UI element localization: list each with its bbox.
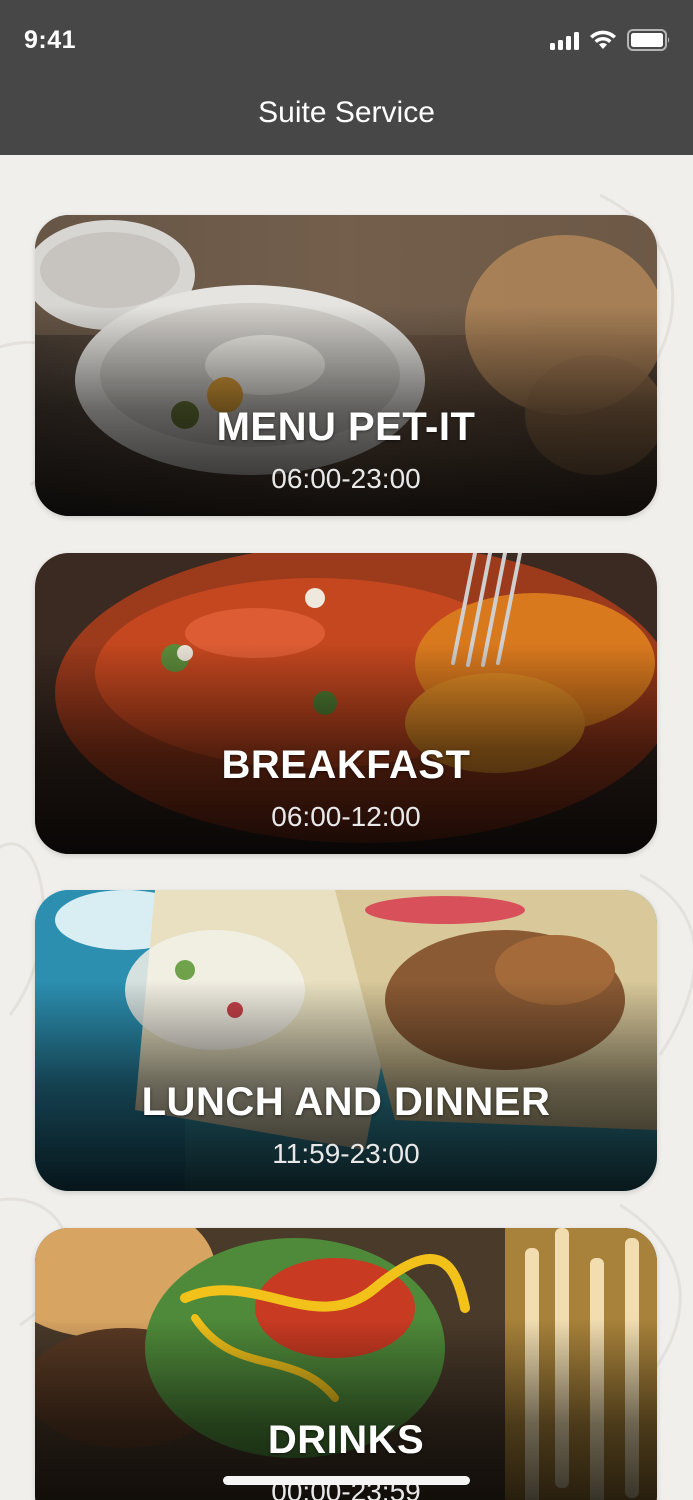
cellular-signal-icon (550, 30, 579, 50)
card-title: BREAKFAST (221, 743, 471, 787)
card-title: DRINKS (267, 1418, 425, 1462)
card-hours: 11:59-23:00 (272, 1138, 420, 1169)
card-title: LUNCH AND DINNER (141, 1080, 551, 1124)
status-time: 9:41 (24, 26, 77, 54)
navigation-header: 9:41 Suite Service (0, 0, 693, 155)
menu-card-drinks[interactable]: DRINKS 00:00-23:59 (35, 1228, 657, 1500)
home-indicator[interactable] (223, 1476, 470, 1485)
card-hours: 06:00-12:00 (271, 801, 421, 832)
menu-card-breakfast[interactable]: BREAKFAST 06:00-12:00 (35, 553, 657, 854)
battery-icon (627, 29, 671, 51)
card-title: MENU PET-IT (216, 405, 476, 449)
menu-card-lunch-dinner[interactable]: LUNCH AND DINNER 11:59-23:00 (35, 890, 657, 1191)
page-title: Suite Service (258, 96, 435, 129)
wifi-icon (589, 30, 617, 50)
menu-card-pet-it[interactable]: MENU PET-IT 06:00-23:00 (35, 215, 657, 516)
card-hours: 06:00-23:00 (271, 463, 421, 494)
status-icons (550, 28, 671, 52)
